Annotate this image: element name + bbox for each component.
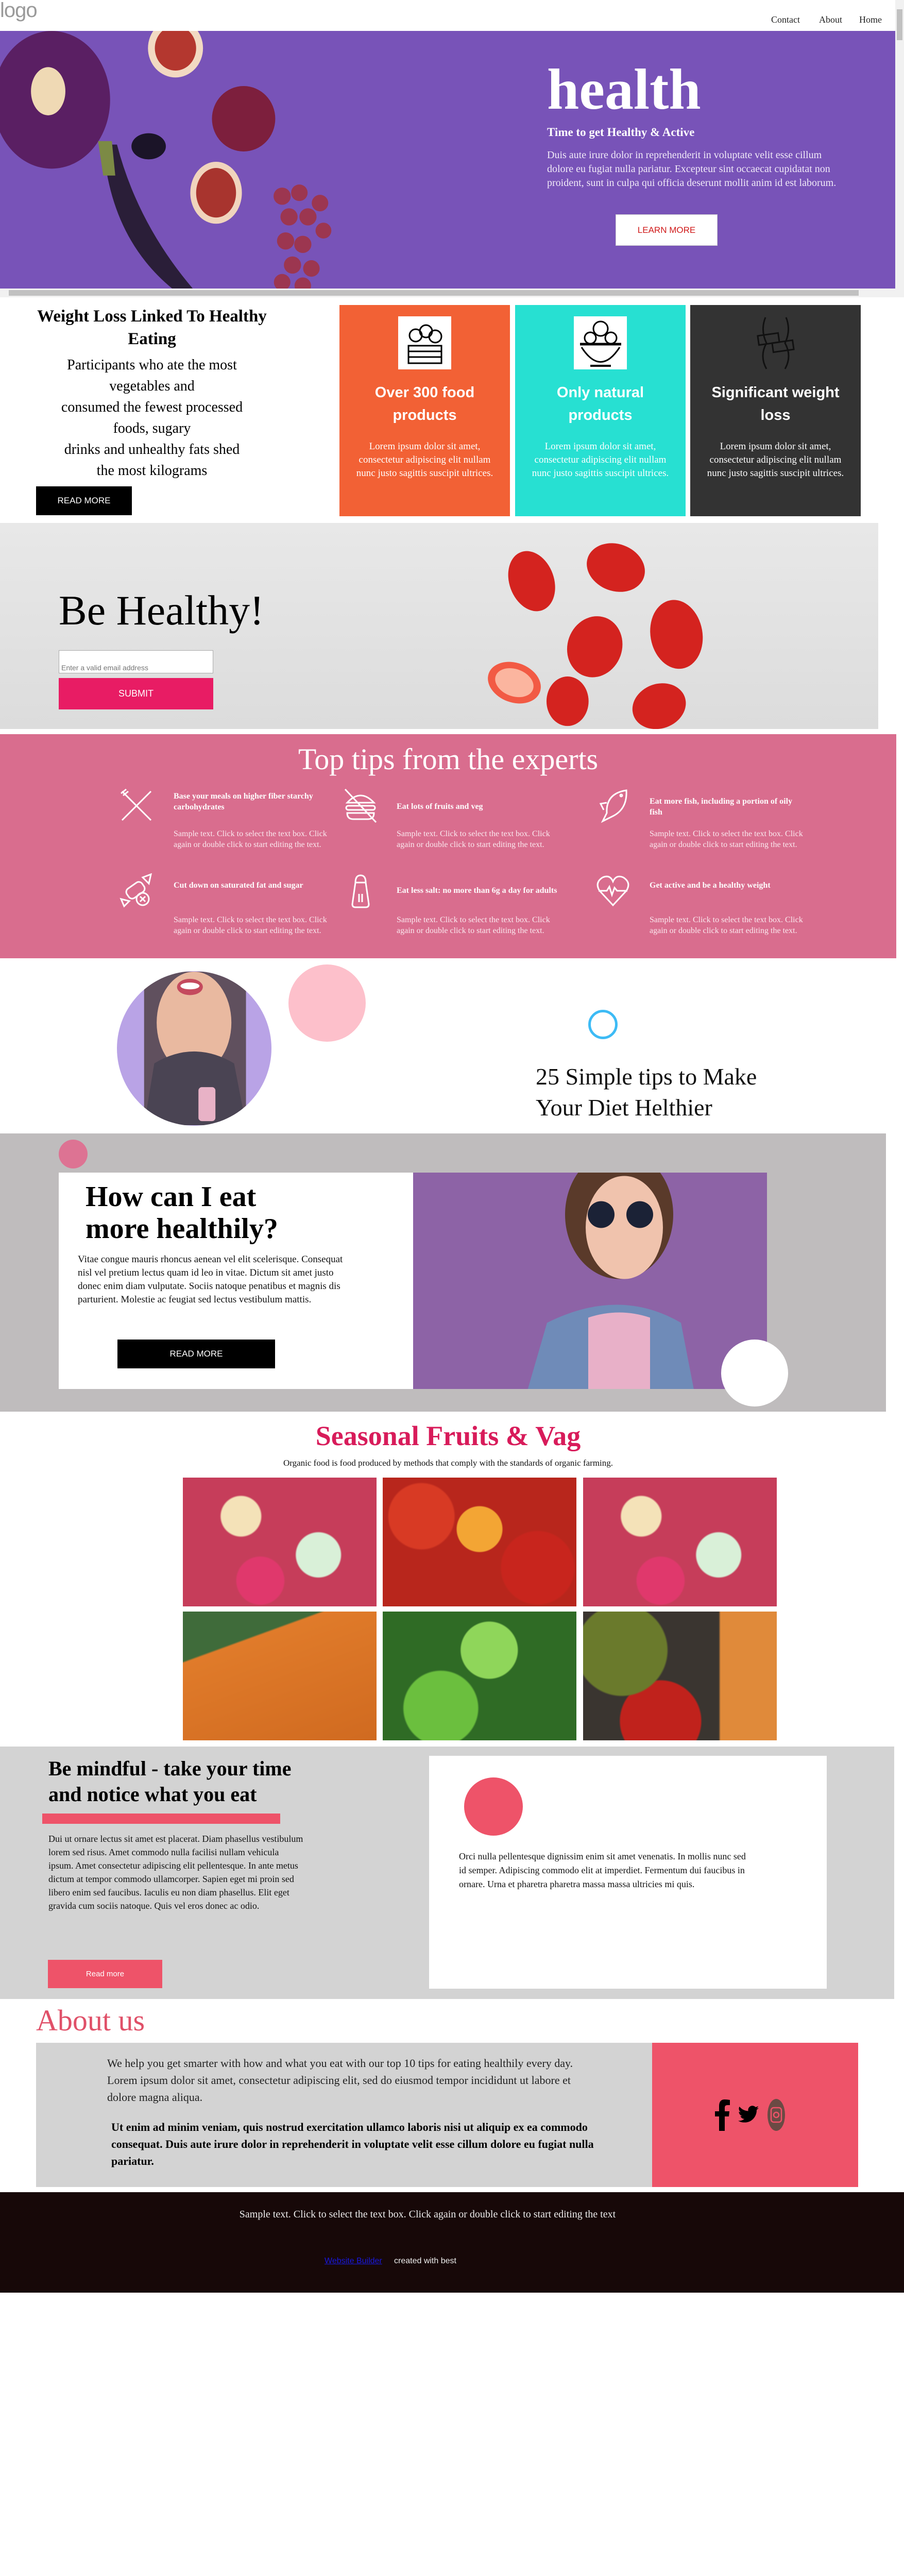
tile-chilies-carrots xyxy=(583,1612,777,1740)
horizontal-scrollbar[interactable] xyxy=(0,289,895,297)
title-line: more healthily? xyxy=(86,1213,278,1245)
scrollbar-thumb[interactable] xyxy=(897,9,902,40)
nav-home[interactable]: Home xyxy=(859,14,882,25)
footer-created-text: created with best xyxy=(394,2257,456,2265)
mindful-body: Dui ut ornare lectus sit amet est placer… xyxy=(48,1834,303,1911)
fish-icon xyxy=(599,789,627,823)
waist-measure-icon xyxy=(749,316,802,369)
body-line: drinks and unhealthy fats shed xyxy=(64,442,240,457)
decorative-dot xyxy=(59,1140,88,1168)
read-more-button[interactable]: Read more xyxy=(48,1960,162,1988)
body-line: Participants who ate the most xyxy=(67,357,237,373)
title-line: 25 Simple tips to Make xyxy=(536,1063,757,1090)
body-line: the most kilograms xyxy=(96,463,208,479)
tile-pumpkins xyxy=(183,1612,377,1740)
vegetable-crate-icon xyxy=(398,316,451,369)
title-line: Your Diet Helthier xyxy=(536,1094,712,1121)
seasonal-title: Seasonal Fruits & Vag xyxy=(315,1420,581,1451)
woman-sunglasses-photo xyxy=(413,1173,767,1389)
card-text: Lorem ipsum dolor sit amet, consectetur … xyxy=(356,441,493,479)
tip-text: Sample text. Click to select the text bo… xyxy=(650,916,803,935)
tip-text: Sample text. Click to select the text bo… xyxy=(174,829,327,849)
mindful-title: Be mindful - take your time and notice w… xyxy=(48,1756,337,1807)
card-text: Lorem ipsum dolor sit amet, consectetur … xyxy=(532,441,669,479)
website-builder-link[interactable]: Website Builder xyxy=(325,2257,382,2266)
title-line: Be mindful - take your time xyxy=(48,1757,292,1780)
seasonal-subtitle: Organic food is food produced by methods… xyxy=(283,1458,613,1468)
no-burger-icon xyxy=(344,788,377,823)
tip-heading: Eat more fish, including a portion of oi… xyxy=(650,797,793,817)
learn-more-button[interactable]: LEARN MORE xyxy=(616,214,718,246)
tip-text: Sample text. Click to select the text bo… xyxy=(397,916,550,935)
tile-lettuce xyxy=(383,1612,576,1740)
accent-bar xyxy=(42,1814,280,1824)
email-input[interactable] xyxy=(59,650,213,673)
card-title: Over 300 food products xyxy=(374,384,475,423)
how-eat-body: Vitae congue mauris rhoncus aenean vel e… xyxy=(78,1254,343,1305)
card-text: Lorem ipsum dolor sit amet, consectetur … xyxy=(707,441,844,479)
scrollbar-thumb[interactable] xyxy=(9,290,859,296)
simple-tips-title: 25 Simple tips to Make Your Diet Helthie… xyxy=(536,1061,804,1123)
woman-with-phone-photo xyxy=(117,971,271,1126)
vertical-scrollbar[interactable] xyxy=(895,0,904,297)
salt-shaker-icon xyxy=(351,874,370,908)
title-line: and notice what you eat xyxy=(48,1783,257,1806)
decorative-circle-white xyxy=(721,1340,788,1406)
hero-subtitle: Time to get Healthy & Active xyxy=(547,126,695,139)
decorative-ring xyxy=(588,1010,618,1039)
feature-card-food-products: Over 300 food products Lorem ipsum dolor… xyxy=(339,305,510,516)
submit-button[interactable]: SUBMIT xyxy=(59,678,213,709)
feature-card-natural-products: Only natural products Lorem ipsum dolor … xyxy=(515,305,686,516)
be-healthy-title: Be Healthy! xyxy=(59,587,264,634)
footer-text: Sample text. Click to select the text bo… xyxy=(239,2209,616,2220)
strawberries-image xyxy=(488,543,703,729)
decorative-circle-pink xyxy=(288,964,366,1042)
read-more-button[interactable]: READ MORE xyxy=(36,486,132,515)
body-line: vegetables and xyxy=(109,378,195,394)
read-more-button[interactable]: READ MORE xyxy=(117,1340,275,1368)
tile-nectarines xyxy=(383,1478,576,1606)
body-line: consumed the fewest processed xyxy=(61,399,243,415)
about-title: About us xyxy=(36,2004,145,2037)
title-line: How can I eat xyxy=(86,1181,257,1213)
tile-apples xyxy=(183,1478,377,1606)
weight-loss-title: Weight Loss Linked To Healthy Eating xyxy=(37,307,267,348)
twitter-icon[interactable] xyxy=(736,2098,761,2131)
body-line: foods, sugary xyxy=(113,420,191,436)
facebook-icon[interactable] xyxy=(711,2098,734,2131)
tip-heading: Base your meals on higher fiber starchy … xyxy=(174,792,313,811)
how-eat-title: How can I eat more healthily? xyxy=(86,1181,343,1245)
tip-text: Sample text. Click to select the text bo… xyxy=(650,829,803,849)
mindful-card-text: Orci nulla pellentesque dignissim enim s… xyxy=(459,1851,746,1889)
tip-heading: Get active and be a healthy weight xyxy=(650,881,771,890)
nav-contact[interactable]: Contact xyxy=(771,14,800,25)
card-title: Significant weight loss xyxy=(711,384,840,423)
fork-knife-icon xyxy=(121,788,152,821)
logo[interactable]: logo xyxy=(0,0,38,21)
about-paragraph: We help you get smarter with how and wha… xyxy=(107,2057,573,2104)
tip-text: Sample text. Click to select the text bo… xyxy=(397,829,550,849)
heartbeat-icon xyxy=(596,875,629,907)
tip-text: Sample text. Click to select the text bo… xyxy=(174,916,327,935)
hero-produce-image xyxy=(0,31,332,289)
no-candy-icon xyxy=(120,873,152,908)
tip-heading: Eat lots of fruits and veg xyxy=(397,802,483,811)
decorative-dot xyxy=(464,1777,523,1836)
tile-apples xyxy=(583,1478,777,1606)
feature-card-weight-loss: Significant weight loss Lorem ipsum dolo… xyxy=(690,305,861,516)
instagram-icon[interactable] xyxy=(763,2098,789,2131)
tip-heading: Cut down on saturated fat and sugar xyxy=(174,881,303,890)
nav-about[interactable]: About xyxy=(819,14,842,25)
tips-title: Top tips from the experts xyxy=(298,742,599,776)
tip-heading: Eat less salt: no more than 6g a day for… xyxy=(397,886,557,895)
card-title: Only natural products xyxy=(556,384,644,423)
hero-body: Duis aute irure dolor in reprehenderit i… xyxy=(547,149,837,189)
about-paragraph-bold: Ut enim ad minim veniam, quis nostrud ex… xyxy=(111,2121,594,2167)
weight-loss-body: Participants who ate the most vegetables… xyxy=(31,354,273,481)
salad-bowl-icon xyxy=(574,316,627,369)
hero-title: health xyxy=(547,58,701,122)
